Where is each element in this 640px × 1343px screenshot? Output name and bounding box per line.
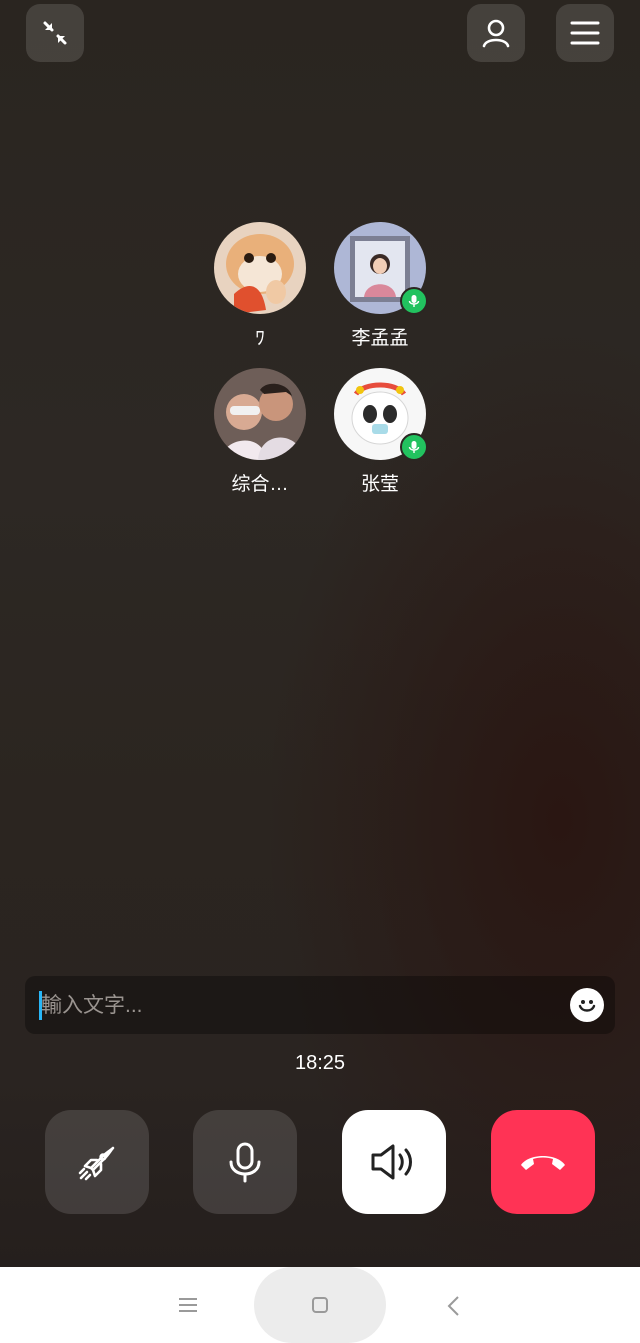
microphone-icon xyxy=(408,441,420,453)
speaking-indicator xyxy=(400,287,428,315)
participant-name: 张莹 xyxy=(360,474,399,495)
participant-name: ﾜ xyxy=(255,328,265,349)
contacts-button[interactable] xyxy=(467,4,525,62)
home-button[interactable] xyxy=(254,1267,386,1343)
participant-name: 李孟孟 xyxy=(351,328,409,349)
text-cursor xyxy=(39,991,42,1020)
avatar xyxy=(214,222,306,314)
menu-icon[interactable] xyxy=(178,1297,198,1313)
avatar xyxy=(214,368,306,460)
home-icon xyxy=(312,1297,328,1313)
participant-tile[interactable]: 张莹 xyxy=(320,368,440,496)
menu-button[interactable] xyxy=(556,4,614,62)
effects-button[interactable] xyxy=(45,1110,149,1214)
minimize-icon xyxy=(43,21,67,45)
participant-tile[interactable]: 李孟孟 xyxy=(320,222,440,350)
rocket-icon xyxy=(78,1146,115,1181)
avatar xyxy=(334,368,428,461)
emoji-icon xyxy=(578,1000,596,1012)
microphone-button[interactable] xyxy=(193,1110,297,1214)
speaker-icon xyxy=(371,1144,412,1180)
person-icon xyxy=(482,19,510,48)
participant-name: 综合… xyxy=(231,474,289,495)
avatar xyxy=(334,222,428,315)
participant-tile[interactable]: 综合… xyxy=(200,368,320,496)
microphone-icon xyxy=(408,295,420,307)
participant-tile[interactable]: ﾜ xyxy=(200,222,320,350)
message-input[interactable] xyxy=(39,984,553,1028)
menu-icon xyxy=(570,21,600,45)
speaking-indicator xyxy=(400,433,428,461)
minimize-button[interactable] xyxy=(26,4,84,62)
speaker-button[interactable] xyxy=(342,1110,446,1214)
message-bar xyxy=(25,976,615,1034)
microphone-icon xyxy=(229,1142,261,1183)
emoji-button[interactable] xyxy=(570,988,604,1022)
hang-up-button[interactable] xyxy=(491,1110,595,1214)
call-duration: 18:25 xyxy=(294,1052,346,1074)
back-icon[interactable] xyxy=(446,1295,462,1317)
hang-up-icon xyxy=(521,1156,565,1170)
